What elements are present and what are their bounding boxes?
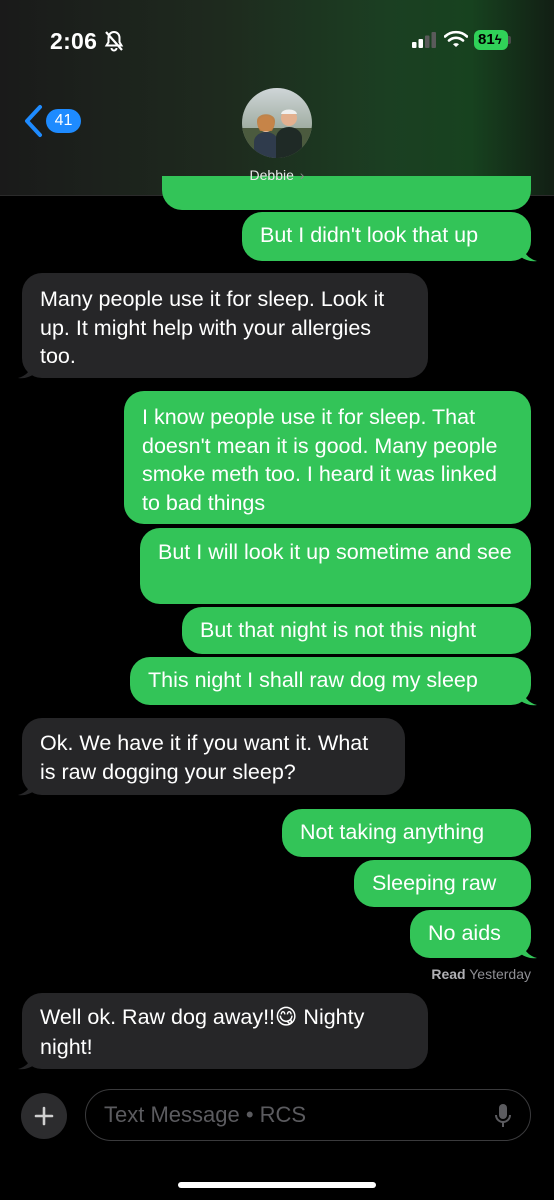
read-receipt: Read Yesterday: [431, 966, 531, 982]
message-text: Ok. We have it if you want it. What is r…: [40, 731, 369, 784]
read-time: Yesterday: [469, 966, 531, 982]
message-input-placeholder: Text Message • RCS: [104, 1102, 307, 1127]
message-text: But that night is not this night: [200, 618, 477, 642]
bubble-tail: [18, 777, 34, 796]
message-text: Sleeping raw: [372, 871, 497, 895]
add-attachment-button[interactable]: [21, 1093, 67, 1139]
message-text: Well ok. Raw dog away!!: [40, 1005, 276, 1029]
emoji-face-savoring: 😋: [275, 1005, 298, 1030]
bubble-tail: [521, 687, 537, 706]
message-bubble-outgoing[interactable]: But that night is not this night: [182, 607, 531, 654]
microphone-icon[interactable]: [494, 1103, 512, 1134]
message-bubble-outgoing[interactable]: No aids: [410, 910, 531, 958]
message-input[interactable]: Text Message • RCS: [85, 1089, 531, 1141]
message-text: No aids: [428, 921, 501, 945]
message-text: But I didn't look that up: [260, 223, 479, 247]
message-bubble-outgoing[interactable]: Sleeping raw: [354, 860, 531, 907]
message-bubble-outgoing[interactable]: Not taking anything: [282, 809, 531, 857]
message-bubble-outgoing[interactable]: But I didn't look that up: [242, 212, 531, 261]
bubble-tail: [521, 243, 537, 262]
message-thread: But I didn't look that up Many people us…: [0, 0, 554, 1200]
bubble-tail: [18, 1051, 34, 1070]
message-bubble-outgoing[interactable]: This night I shall raw dog my sleep: [130, 657, 531, 705]
message-text: I know people use it for sleep. That doe…: [142, 405, 498, 515]
plus-icon: [34, 1106, 54, 1126]
message-text: But I will look it up sometime and see: [158, 540, 512, 564]
message-bubble-incoming[interactable]: Ok. We have it if you want it. What is r…: [22, 718, 405, 795]
message-bubble-incoming[interactable]: Many people use it for sleep. Look it up…: [22, 273, 428, 378]
message-bubble-incoming[interactable]: Well ok. Raw dog away!!😋 Nighty night!: [22, 993, 428, 1069]
bubble-tail: [18, 360, 34, 379]
message-text: Not taking anything: [300, 820, 485, 844]
read-label: Read: [431, 966, 466, 982]
message-text: This night I shall raw dog my sleep: [148, 668, 478, 692]
home-indicator[interactable]: [178, 1182, 376, 1188]
bubble-tail: [521, 940, 537, 959]
message-bubble-outgoing[interactable]: But I will look it up sometime and see: [140, 528, 531, 604]
message-text: Many people use it for sleep. Look it up…: [40, 287, 385, 368]
message-bubble-outgoing[interactable]: I know people use it for sleep. That doe…: [124, 391, 531, 524]
